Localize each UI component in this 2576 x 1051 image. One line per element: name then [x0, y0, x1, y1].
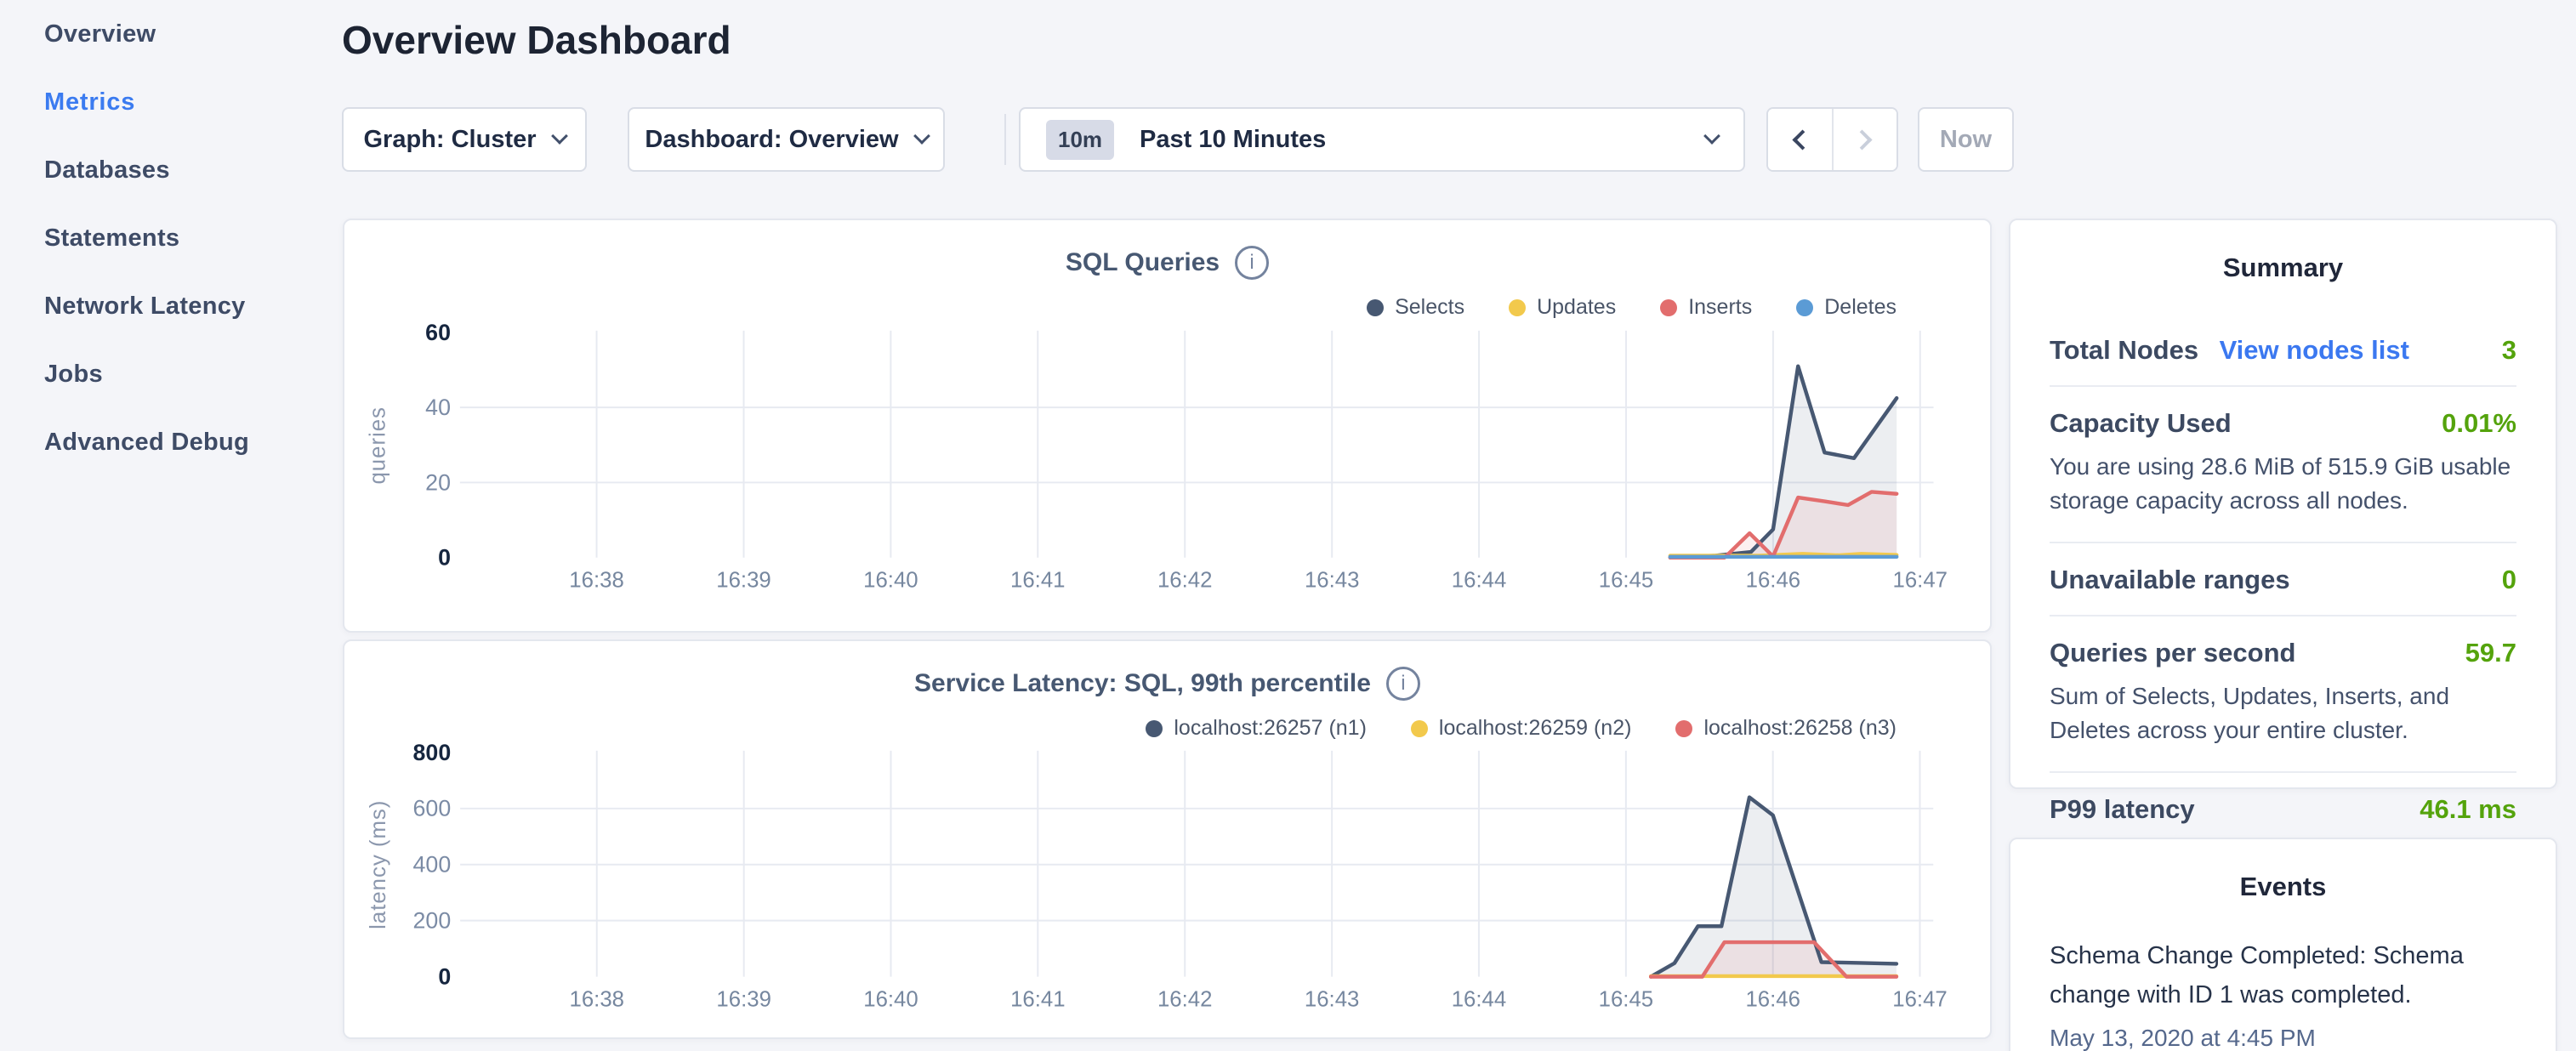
svg-text:latency (ms): latency (ms): [367, 800, 390, 929]
total-nodes-value: 3: [2502, 335, 2516, 366]
svg-text:200: 200: [413, 908, 452, 934]
capacity-used-label: Capacity Used: [2050, 408, 2232, 439]
sidebar-item-network-latency[interactable]: Network Latency: [0, 272, 342, 340]
svg-text:16:45: 16:45: [1599, 568, 1653, 592]
svg-text:16:38: 16:38: [569, 568, 623, 592]
svg-text:600: 600: [413, 796, 452, 821]
service-latency-chart-card: Service Latency: SQL, 99th percentile i …: [343, 639, 1992, 1039]
time-range-label: Past 10 Minutes: [1140, 126, 1706, 154]
svg-text:0: 0: [438, 964, 451, 990]
queries-per-second-value: 59.7: [2465, 638, 2516, 668]
svg-text:60: 60: [425, 320, 451, 345]
sidebar-item-metrics[interactable]: Metrics: [0, 68, 342, 136]
svg-text:queries: queries: [367, 406, 390, 484]
event-text: Schema Change Completed: Schema change w…: [2050, 936, 2516, 1014]
queries-per-second-description: Sum of Selects, Updates, Inserts, and De…: [2050, 679, 2526, 771]
summary-title: Summary: [2010, 220, 2556, 283]
chevron-left-icon: [1792, 129, 1812, 150]
svg-text:16:47: 16:47: [1893, 568, 1948, 592]
svg-text:16:47: 16:47: [1892, 987, 1947, 1011]
event-timestamp: May 13, 2020 at 4:45 PM: [2050, 1025, 2516, 1051]
svg-text:16:41: 16:41: [1010, 987, 1065, 1011]
queries-per-second-label: Queries per second: [2050, 638, 2295, 668]
sidebar-item-overview[interactable]: Overview: [0, 0, 342, 68]
sql-queries-chart-plot: 0 20 40 60 16:38 16:39 16:40 16:41 16:42 16:43 16:…: [344, 220, 1990, 631]
sidebar-item-advanced-debug[interactable]: Advanced Debug: [0, 408, 342, 476]
svg-text:16:40: 16:40: [863, 987, 918, 1011]
service-latency-chart-plot: 0 200 400 600 800 16:38 16:39 16:40 16:41 16:42 16…: [344, 641, 1990, 1037]
view-nodes-list-link[interactable]: View nodes list: [2220, 335, 2409, 365]
svg-text:16:39: 16:39: [716, 987, 771, 1011]
svg-text:20: 20: [425, 469, 451, 495]
svg-text:16:40: 16:40: [863, 568, 918, 592]
summary-panel: Summary Total Nodes View nodes list 3 Ca…: [2009, 219, 2557, 789]
time-forward-button[interactable]: [1834, 109, 1897, 170]
summary-row-total-nodes: Total Nodes View nodes list 3: [2050, 314, 2516, 385]
svg-text:16:43: 16:43: [1305, 987, 1359, 1011]
p99-latency-value: 46.1 ms: [2420, 794, 2516, 825]
chevron-down-icon: [1703, 128, 1720, 145]
svg-text:16:38: 16:38: [570, 987, 624, 1011]
time-step-buttons: [1766, 107, 1898, 172]
summary-row-unavailable-ranges: Unavailable ranges 0: [2050, 543, 2516, 615]
svg-text:800: 800: [413, 740, 452, 765]
dashboard-dropdown-label: Dashboard: Overview: [645, 126, 898, 154]
svg-text:400: 400: [413, 852, 452, 878]
svg-text:16:43: 16:43: [1305, 568, 1359, 592]
svg-text:16:46: 16:46: [1746, 568, 1800, 592]
chevron-down-icon: [551, 128, 568, 145]
svg-text:16:44: 16:44: [1452, 987, 1506, 1011]
svg-text:16:45: 16:45: [1599, 987, 1653, 1011]
summary-row-capacity: Capacity Used 0.01%: [2050, 387, 2516, 458]
time-range-selector[interactable]: 10m Past 10 Minutes: [1019, 107, 1745, 172]
sidebar-item-statements[interactable]: Statements: [0, 204, 342, 272]
dashboard-dropdown[interactable]: Dashboard: Overview: [628, 107, 945, 172]
events-panel: Events Schema Change Completed: Schema c…: [2009, 838, 2557, 1051]
summary-row-qps: Queries per second 59.7: [2050, 616, 2516, 688]
graph-dropdown-label: Graph: Cluster: [363, 126, 536, 154]
sidebar-item-databases[interactable]: Databases: [0, 136, 342, 204]
divider: [1004, 114, 1006, 165]
svg-text:16:42: 16:42: [1157, 987, 1212, 1011]
now-button[interactable]: Now: [1918, 107, 2014, 172]
time-back-button[interactable]: [1768, 109, 1832, 170]
chevron-down-icon: [913, 128, 930, 145]
svg-text:16:44: 16:44: [1452, 568, 1506, 592]
unavailable-ranges-value: 0: [2502, 565, 2516, 595]
event-list-item: Schema Change Completed: Schema change w…: [2010, 902, 2556, 1051]
unavailable-ranges-label: Unavailable ranges: [2050, 565, 2290, 595]
total-nodes-label: Total Nodes: [2050, 335, 2198, 365]
summary-row-p99: P99 latency 46.1 ms: [2050, 773, 2516, 844]
sql-queries-chart-card: SQL Queries i SelectsUpdatesInsertsDelet…: [343, 219, 1992, 633]
svg-text:16:46: 16:46: [1745, 987, 1800, 1011]
page-title: Overview Dashboard: [342, 17, 731, 63]
graph-dropdown[interactable]: Graph: Cluster: [342, 107, 587, 172]
chevron-right-icon: [1852, 129, 1873, 150]
svg-text:40: 40: [425, 395, 451, 420]
events-title: Events: [2010, 839, 2556, 902]
sidebar: Overview Metrics Databases Statements Ne…: [0, 0, 342, 1051]
controls-bar: Graph: Cluster Dashboard: Overview 10m P…: [342, 107, 2400, 172]
capacity-used-value: 0.01%: [2442, 408, 2516, 439]
svg-text:0: 0: [438, 545, 451, 571]
svg-text:16:41: 16:41: [1010, 568, 1065, 592]
svg-text:16:42: 16:42: [1157, 568, 1212, 592]
p99-latency-label: P99 latency: [2050, 794, 2195, 825]
sidebar-item-jobs[interactable]: Jobs: [0, 340, 342, 408]
time-range-badge: 10m: [1046, 120, 1114, 160]
svg-text:16:39: 16:39: [716, 568, 771, 592]
capacity-used-description: You are using 28.6 MiB of 515.9 GiB usab…: [2050, 450, 2526, 542]
